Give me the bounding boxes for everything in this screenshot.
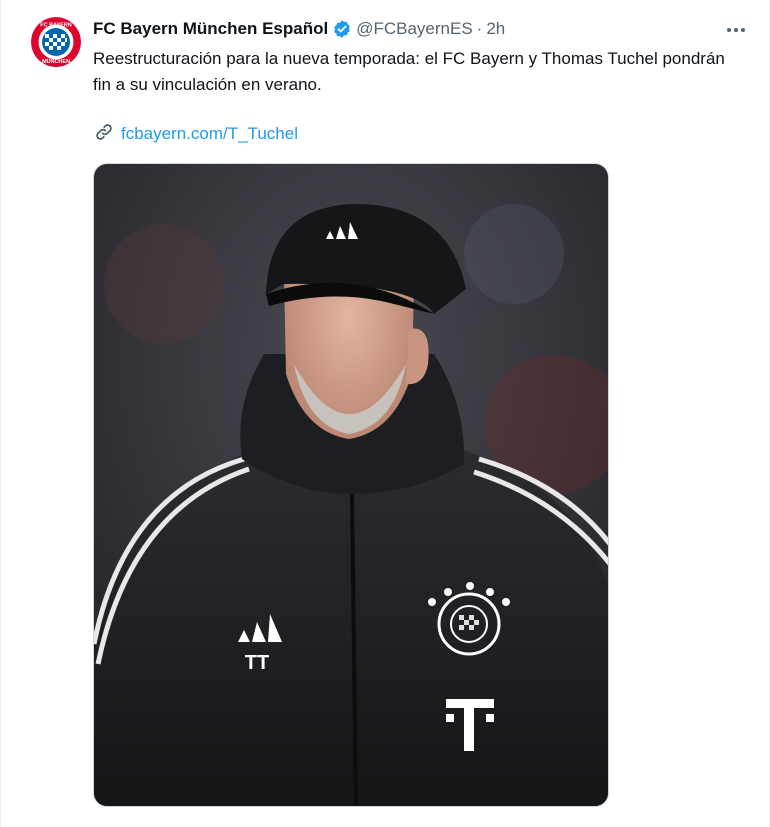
fc-bayern-crest-icon: FC BAYERN MÜNCHEN [31, 17, 81, 67]
author-name[interactable]: FC Bayern München Español [93, 18, 328, 40]
timestamp[interactable]: 2h [486, 18, 505, 40]
more-horizontal-icon[interactable] [719, 18, 753, 42]
author-handle[interactable]: @FCBayernES [356, 18, 472, 40]
tweet-card[interactable]: FC BAYERN MÜNCHEN FC Bayern München Espa… [0, 0, 770, 827]
tweet-header: FC Bayern München Español @FCBayernES · … [93, 18, 505, 40]
svg-text:MÜNCHEN: MÜNCHEN [42, 58, 70, 65]
link-icon [93, 121, 115, 148]
tweet-link[interactable]: fcbayern.com/T_Tuchel [93, 121, 298, 147]
tuchel-photo-icon: TT [94, 164, 608, 806]
separator-dot: · [476, 19, 483, 38]
tweet-text: Reestructuración para la nueva temporada… [93, 49, 725, 94]
link-text[interactable]: fcbayern.com/T_Tuchel [121, 124, 298, 144]
tweet-media-image[interactable]: TT [93, 163, 609, 807]
avatar[interactable]: FC BAYERN MÜNCHEN [31, 17, 81, 67]
verified-badge-icon [332, 19, 352, 39]
svg-text:TT: TT [245, 652, 269, 674]
svg-text:FC BAYERN: FC BAYERN [40, 23, 72, 29]
